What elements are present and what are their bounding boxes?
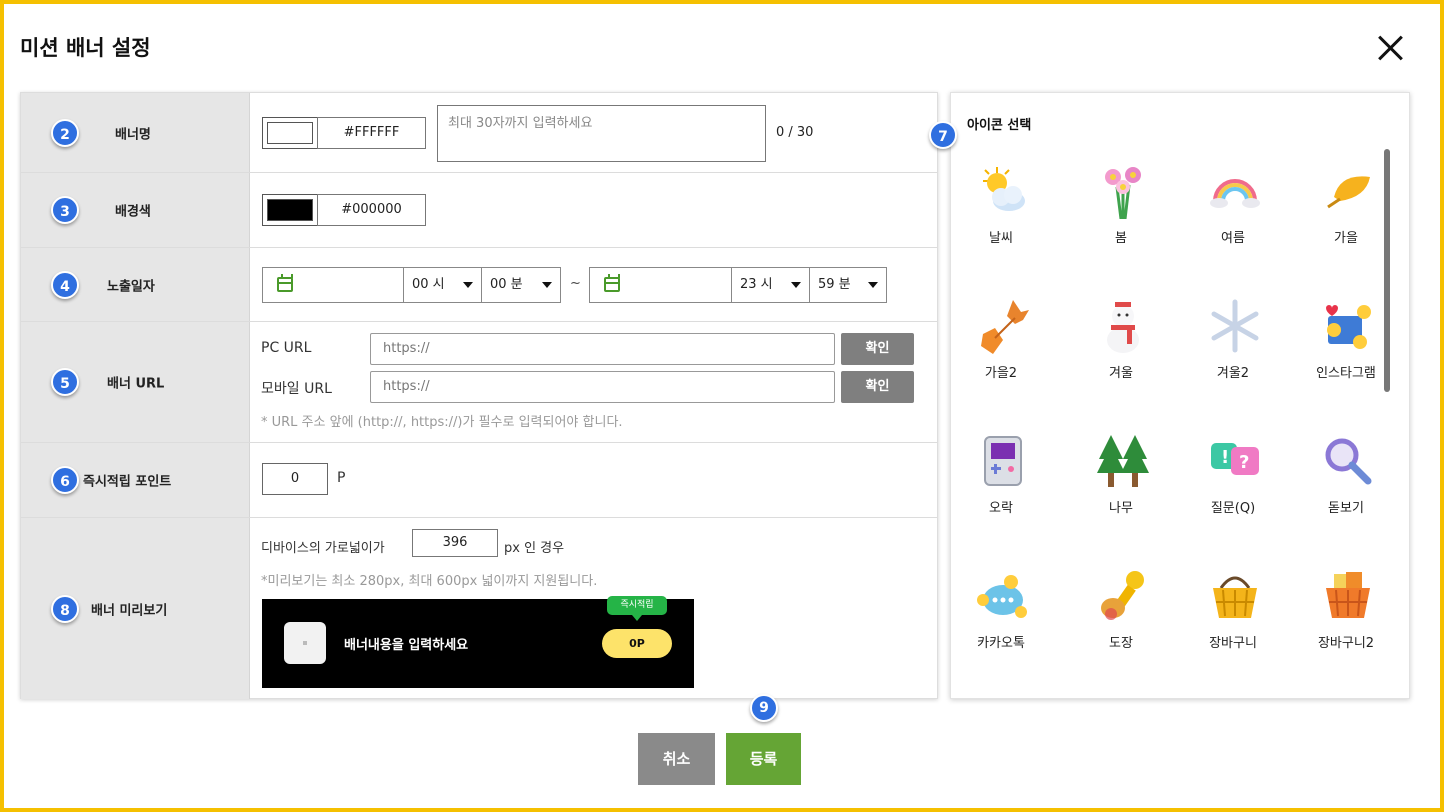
step-badge: 5 <box>51 368 79 396</box>
icon-option-autumn[interactable]: 가을 <box>1296 163 1396 273</box>
step-badge: 4 <box>51 270 79 299</box>
step-badge: 8 <box>51 594 79 623</box>
tree-icon <box>1097 435 1149 487</box>
icon-option-game[interactable]: 오락 <box>951 433 1051 543</box>
chevron-down-icon <box>463 282 473 288</box>
close-icon[interactable] <box>1376 34 1406 64</box>
icon-option-magnifier[interactable]: 돋보기 <box>1296 433 1396 543</box>
end-date-input[interactable] <box>589 267 732 303</box>
text-color-hex-input[interactable]: #FFFFFF <box>317 117 426 149</box>
start-date-input[interactable] <box>262 267 404 303</box>
row-banner-name: 2 배너명 #FFFFFF 최대 30자까지 입력하세요 0 / 30 <box>21 93 937 173</box>
icon-option-winter2[interactable]: 겨울2 <box>1183 298 1283 408</box>
step-badge: 7 <box>929 121 957 149</box>
url-note: * URL 주소 앞에 (http://, https://)가 필수로 입력되… <box>261 415 623 430</box>
row-instant-points: 6 즉시적립 포인트 0 P <box>21 443 937 518</box>
chevron-down-icon <box>868 282 878 288</box>
question-bubble-icon: ! ? <box>1211 443 1259 475</box>
stamp-icon <box>1101 571 1144 620</box>
row-banner-url: 5 배너 URL PC URL https:// 확인 모바일 URL http… <box>21 322 937 443</box>
icon-option-winter[interactable]: 겨울 <box>1071 298 1171 408</box>
flower-icon <box>1105 167 1141 219</box>
banner-image-icon <box>284 622 326 664</box>
bg-color-hex-input[interactable]: #000000 <box>317 194 426 226</box>
step-badge: 2 <box>51 118 79 147</box>
cancel-button[interactable]: 취소 <box>638 733 715 785</box>
snowflake-icon <box>1211 299 1259 353</box>
banner-preview: 배너내용을 입력하세요 즉시적립 0P <box>262 596 694 688</box>
icon-option-weather[interactable]: 날씨 <box>951 163 1051 273</box>
step-badge: 9 <box>750 694 778 722</box>
icon-option-basket[interactable]: 장바구니 <box>1183 568 1283 678</box>
row-label: 노출일자 <box>107 279 155 294</box>
preview-note: *미리보기는 최소 280px, 최대 600px 넓이까지 지원됩니다. <box>261 574 598 589</box>
width-prefix: 디바이스의 가로넓이가 <box>261 541 385 556</box>
maple-leaf-icon <box>981 300 1029 354</box>
points-unit: P <box>337 470 346 486</box>
icon-option-tree[interactable]: 나무 <box>1071 433 1171 543</box>
ginkgo-leaf-icon <box>1327 176 1370 209</box>
icon-option-question[interactable]: ! ? 질문(Q) <box>1183 433 1283 543</box>
pc-url-confirm-button[interactable]: 확인 <box>841 333 914 365</box>
points-input[interactable]: 0 <box>262 463 328 495</box>
basket-icon <box>1326 572 1370 618</box>
chevron-down-icon <box>542 282 552 288</box>
snowman-icon <box>1107 302 1139 353</box>
start-hour-select[interactable]: 00 시 <box>403 267 482 303</box>
game-console-icon <box>984 436 1022 486</box>
row-display-date: 4 노출일자 00 시 00 분 ~ 23 시 59 분 <box>21 248 937 322</box>
svg-text:!: ! <box>1221 447 1229 468</box>
submit-button[interactable]: 등록 <box>726 733 801 785</box>
icon-option-basket2[interactable]: 장바구니2 <box>1296 568 1396 678</box>
instant-points-tag: 즉시적립 <box>607 596 667 621</box>
banner-points-pill: 0P <box>602 629 672 658</box>
row-label: 배경색 <box>115 204 151 220</box>
weather-icon <box>983 167 1025 211</box>
social-media-icon <box>1326 305 1371 349</box>
end-hour-select[interactable]: 23 시 <box>731 267 810 303</box>
pc-url-label: PC URL <box>261 340 312 356</box>
icon-option-spring[interactable]: 봄 <box>1071 163 1171 273</box>
dialog-title: 미션 배너 설정 <box>20 36 151 60</box>
form-panel: 2 배너명 #FFFFFF 최대 30자까지 입력하세요 0 / 30 3 배경… <box>20 92 938 699</box>
banner-preview-text: 배너내용을 입력하세요 <box>344 638 469 653</box>
svg-text:?: ? <box>1239 452 1249 473</box>
rainbow-icon <box>1210 179 1260 208</box>
width-suffix: px 인 경우 <box>504 541 565 556</box>
text-color-swatch[interactable] <box>262 117 318 149</box>
chevron-down-icon <box>791 282 801 288</box>
step-badge: 3 <box>51 196 79 224</box>
step-badge: 6 <box>51 466 79 494</box>
icon-option-instagram[interactable]: 인스타그램 <box>1296 298 1396 408</box>
icon-option-kakaotalk[interactable]: 카카오톡 <box>951 568 1051 678</box>
icon-option-autumn2[interactable]: 가을2 <box>951 298 1051 408</box>
row-label: 배너명 <box>115 127 151 142</box>
date-separator: ~ <box>570 276 581 291</box>
icon-option-summer[interactable]: 여름 <box>1183 163 1283 273</box>
basket-icon <box>1213 576 1257 618</box>
row-bg-color: 3 배경색 #000000 <box>21 173 937 248</box>
banner-name-textarea[interactable]: 최대 30자까지 입력하세요 <box>437 105 766 162</box>
mobile-url-confirm-button[interactable]: 확인 <box>841 371 914 403</box>
calendar-icon <box>604 274 620 292</box>
device-width-input[interactable]: 396 <box>412 529 498 557</box>
magnifier-icon <box>1325 438 1372 485</box>
row-label: 배너 URL <box>107 376 165 392</box>
start-minute-select[interactable]: 00 분 <box>481 267 561 303</box>
mobile-url-label: 모바일 URL <box>261 381 332 397</box>
char-counter: 0 / 30 <box>776 125 814 140</box>
row-preview: 8 배너 미리보기 디바이스의 가로넓이가 396 px 인 경우 *미리보기는… <box>21 518 937 699</box>
pc-url-input[interactable]: https:// <box>370 333 835 365</box>
row-label: 즉시적립 포인트 <box>83 474 172 490</box>
bg-color-swatch[interactable] <box>262 194 318 226</box>
end-minute-select[interactable]: 59 분 <box>809 267 887 303</box>
calendar-icon <box>277 274 293 292</box>
icon-option-stamp[interactable]: 도장 <box>1071 568 1171 678</box>
mobile-url-input[interactable]: https:// <box>370 371 835 403</box>
chat-bubble-icon <box>977 575 1027 618</box>
row-label: 배너 미리보기 <box>91 603 168 618</box>
icon-select-panel: 7 아이콘 선택 날씨 봄 여름 가을 가을2 겨울 겨울2 인스타그램 오락 … <box>929 92 1410 699</box>
icon-panel-title: 아이콘 선택 <box>967 118 1032 133</box>
